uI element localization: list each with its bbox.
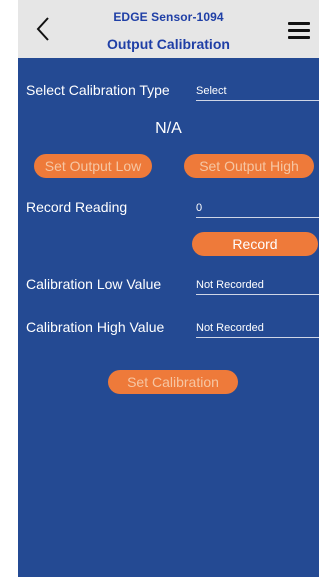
calibration-high-label: Calibration High Value [26, 319, 165, 335]
record-button[interactable]: Record [192, 232, 318, 256]
calibration-type-select[interactable]: Select [196, 85, 319, 101]
set-output-high-button[interactable]: Set Output High [184, 154, 314, 178]
app-header: EDGE Sensor-1094 Output Calibration [18, 0, 319, 58]
calibration-low-label: Calibration Low Value [26, 276, 162, 292]
calibration-status: N/A [155, 120, 182, 137]
hamburger-menu-icon [288, 29, 310, 32]
page-title: Output Calibration [107, 36, 230, 52]
record-reading-label: Record Reading [26, 199, 128, 215]
device-name: EDGE Sensor-1094 [113, 10, 224, 24]
menu-button[interactable] [288, 22, 312, 40]
calibration-panel: Select Calibration Type Select N/A Set O… [18, 58, 319, 577]
calibration-high-value: Not Recorded [196, 322, 319, 338]
set-output-low-button[interactable]: Set Output Low [34, 154, 152, 178]
set-calibration-button[interactable]: Set Calibration [108, 370, 238, 394]
calibration-type-label: Select Calibration Type [26, 82, 170, 98]
hamburger-menu-icon [288, 22, 310, 25]
record-reading-input[interactable]: 0 [196, 202, 319, 218]
hamburger-menu-icon [288, 36, 310, 39]
calibration-low-value: Not Recorded [196, 279, 319, 295]
